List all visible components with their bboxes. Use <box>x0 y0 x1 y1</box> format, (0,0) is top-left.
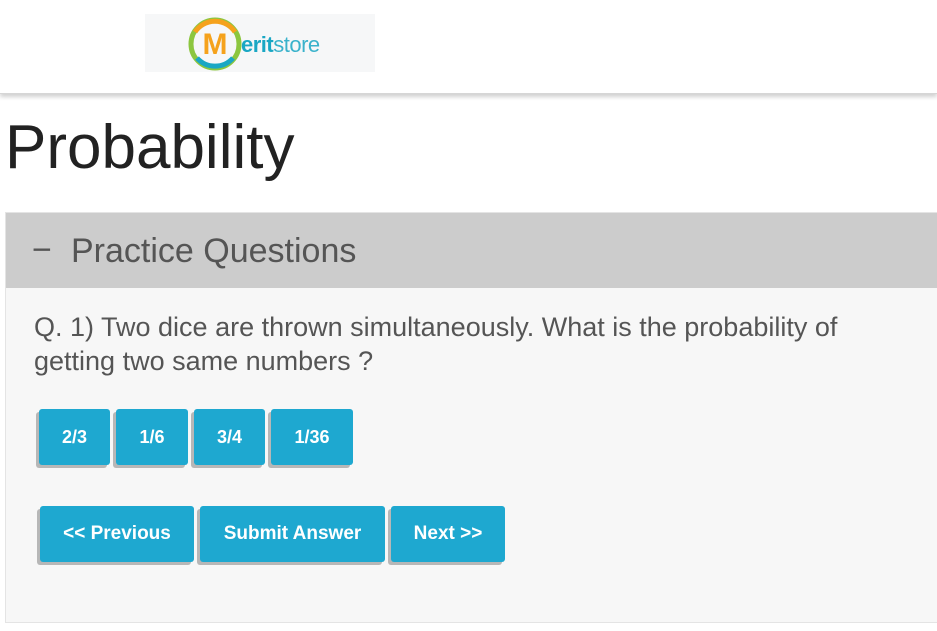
previous-button[interactable]: << Previous <box>40 506 194 562</box>
logo-wordmark: eritstore <box>241 32 320 58</box>
collapse-icon[interactable]: − <box>32 233 52 267</box>
panel-header[interactable]: − Practice Questions <box>6 213 937 288</box>
answer-option-4[interactable]: 1/36 <box>271 409 353 465</box>
panel-title: Practice Questions <box>71 232 357 270</box>
answer-option-1[interactable]: 2/3 <box>39 409 110 465</box>
page-title: Probability <box>5 113 295 182</box>
logo-text-light: store <box>273 32 320 57</box>
svg-text:M: M <box>203 28 228 61</box>
logo-text-bold: erit <box>241 32 274 57</box>
next-button[interactable]: Next >> <box>391 506 505 562</box>
site-header: M eritstore <box>0 0 937 94</box>
answer-option-2[interactable]: 1/6 <box>116 409 188 465</box>
answer-option-3[interactable]: 3/4 <box>194 409 265 465</box>
logo-mark-icon: M <box>188 17 242 71</box>
meritstore-logo[interactable]: M eritstore <box>145 14 375 72</box>
submit-answer-button[interactable]: Submit Answer <box>200 506 385 562</box>
question-text: Q. 1) Two dice are thrown simultaneously… <box>34 312 838 376</box>
practice-panel: − Practice Questions Q. 1) Two dice are … <box>5 212 937 623</box>
